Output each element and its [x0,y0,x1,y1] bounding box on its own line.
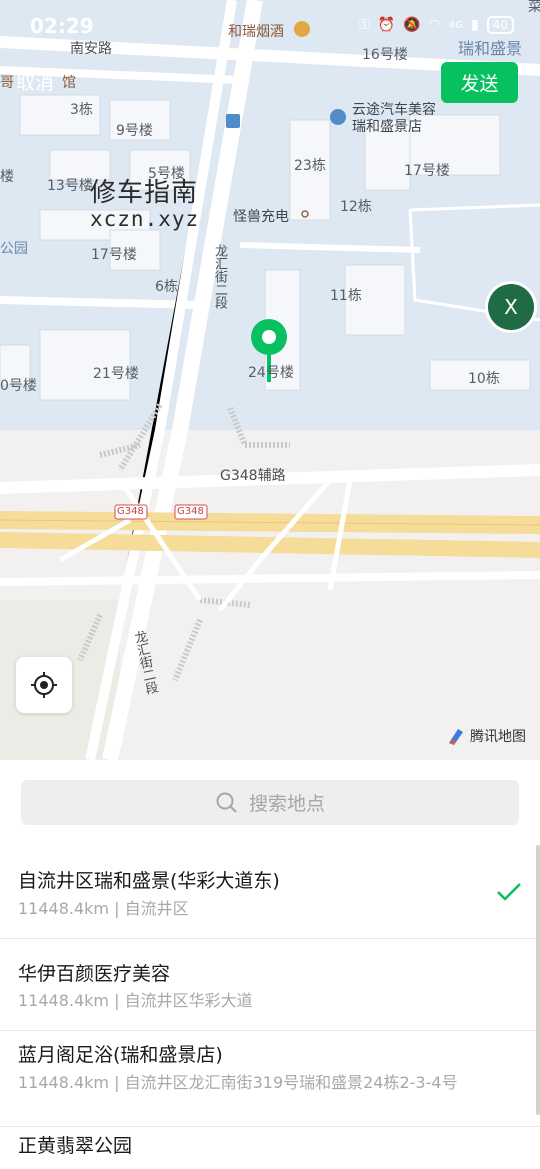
signal-icon: ▮ [471,17,479,33]
status-bar: 02:29 ⚿ ⏰ 🔕 ◠ 4G ▮ 40 [0,0,540,52]
location-panel: 搜索地点 自流井区瑞和盛景(华彩大道东) 11448.4km | 自流井区 华伊… [0,760,540,1169]
result-name: 华伊百颜医疗美容 [18,963,171,985]
map-label-bldg-13: 13号楼 [47,178,93,194]
floating-x-button[interactable]: X [488,284,534,330]
tencent-map-logo-icon [449,729,463,745]
battery-indicator: 40 [486,16,514,34]
map-label-bldg-0: 0号楼 [0,378,37,394]
map-label-bldg-17b: 17号楼 [91,247,137,263]
check-icon [497,883,521,901]
map-label-ge: 哥 [0,75,14,91]
result-address: 11448.4km | 自流井区 [18,899,189,918]
watermark-line2: xczn.xyz [90,207,200,231]
search-input[interactable]: 搜索地点 [21,780,519,825]
crosshair-icon [31,672,57,698]
map-label-longhui-road-1: 龙汇街二段 [212,244,227,309]
map-label-g348-aux: G348辅路 [220,468,286,484]
map-label-bldg-lou: 楼 [0,169,14,185]
watermark: 修车指南 xczn.xyz [90,172,199,231]
map-label-bldg-3: 3栋 [70,102,93,118]
search-placeholder: 搜索地点 [248,793,325,815]
map-view[interactable]: 南安路 和瑞烟酒 16号楼 瑞和盛景 哥 馆 3栋 9号楼 云途汽车美容 瑞和盛… [0,0,540,760]
map-label-bldg-24: 24号楼 [248,365,294,381]
map-label-bldg-21: 21号楼 [93,366,139,382]
status-icons: ⚿ ⏰ 🔕 ◠ 4G ▮ 40 [359,16,514,34]
map-label-bldg-10: 10栋 [468,371,500,387]
result-name: 蓝月阁足浴(瑞和盛景店) [18,1044,223,1066]
map-label-bldg-23: 23栋 [294,158,326,174]
status-time: 02:29 [30,14,94,38]
scrollbar[interactable] [536,845,540,1115]
map-label-g348-b: G348 [177,506,204,517]
tencent-map-brand: 腾讯地图 [446,726,526,746]
map-label-g348-a: G348 [117,506,144,517]
result-address: 11448.4km | 自流井区龙汇南街319号瑞和盛景24栋2-3-4号 [18,1073,458,1092]
search-icon [216,792,237,813]
result-address: 11448.4km | 自流井区华彩大道 [18,991,253,1010]
map-label-bldg-17a: 17号楼 [404,163,450,179]
alarm-icon: ⏰ [377,17,396,33]
wifi-icon: ◠ [428,17,441,33]
map-label-bldg-6: 6栋 [155,279,178,295]
x-button-label: X [504,295,518,319]
key-icon: ⚿ [359,17,370,33]
result-name: 正黄翡翠公园 [18,1135,133,1157]
map-label-bldg-11: 11栋 [330,288,362,304]
network-label: 4G [448,19,463,31]
map-label-yuntu-line2: 瑞和盛景店 [352,119,422,135]
result-item-1[interactable]: 华伊百颜医疗美容 11448.4km | 自流井区华彩大道 [0,939,540,1031]
result-name: 自流井区瑞和盛景(华彩大道东) [18,870,280,892]
result-item-0[interactable]: 自流井区瑞和盛景(华彩大道东) 11448.4km | 自流井区 [0,846,540,939]
result-item-2[interactable]: 蓝月阁足浴(瑞和盛景店) 11448.4km | 自流井区龙汇南街319号瑞和盛… [0,1031,540,1127]
locate-button[interactable] [16,657,72,713]
map-label-park: 公园 [0,241,28,257]
brand-label: 腾讯地图 [470,729,526,745]
watermark-line1: 修车指南 [90,178,199,208]
map-label-guaishou: 怪兽充电 [233,209,289,225]
mute-icon: 🔕 [403,17,421,33]
send-button[interactable]: 发送 [441,62,518,103]
map-label-bldg-9: 9号楼 [116,123,153,139]
map-label-bldg-12: 12栋 [340,199,372,215]
map-label-guan: 馆 [62,75,76,91]
result-item-3[interactable]: 正黄翡翠公园 [0,1127,540,1169]
cancel-button[interactable]: 取消 [16,68,54,95]
